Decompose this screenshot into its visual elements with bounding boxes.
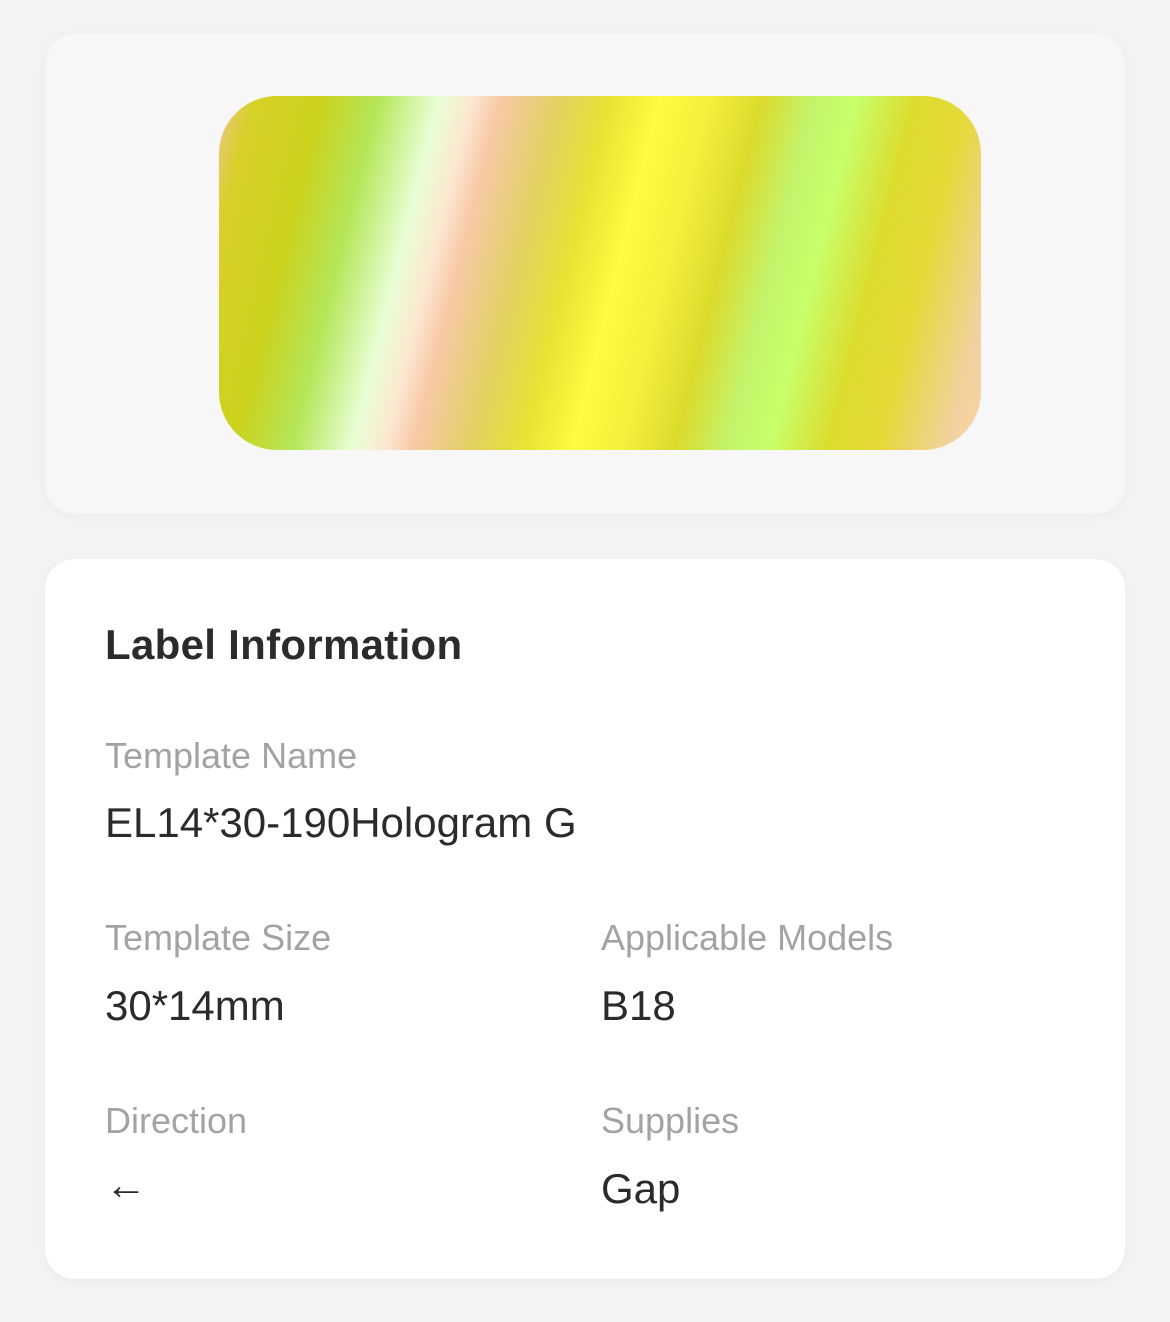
template-size-label: Template Size: [105, 917, 332, 958]
arrow-left-icon: ←: [105, 1161, 147, 1208]
applicable-models-value: B18: [601, 982, 676, 1029]
hologram-label-image: [219, 96, 981, 450]
label-information-card: Label Information Template Name EL14*30-…: [45, 559, 1125, 1279]
label-preview-card: [45, 34, 1125, 514]
supplies-value: Gap: [601, 1165, 681, 1212]
supplies-label: Supplies: [601, 1100, 740, 1141]
direction-label: Direction: [105, 1100, 248, 1141]
section-title: Label Information: [105, 621, 463, 668]
template-size-value: 30*14mm: [105, 982, 285, 1029]
applicable-models-label: Applicable Models: [601, 917, 894, 958]
template-name-label: Template Name: [105, 735, 358, 776]
template-name-value: EL14*30-190Hologram G: [105, 799, 577, 846]
